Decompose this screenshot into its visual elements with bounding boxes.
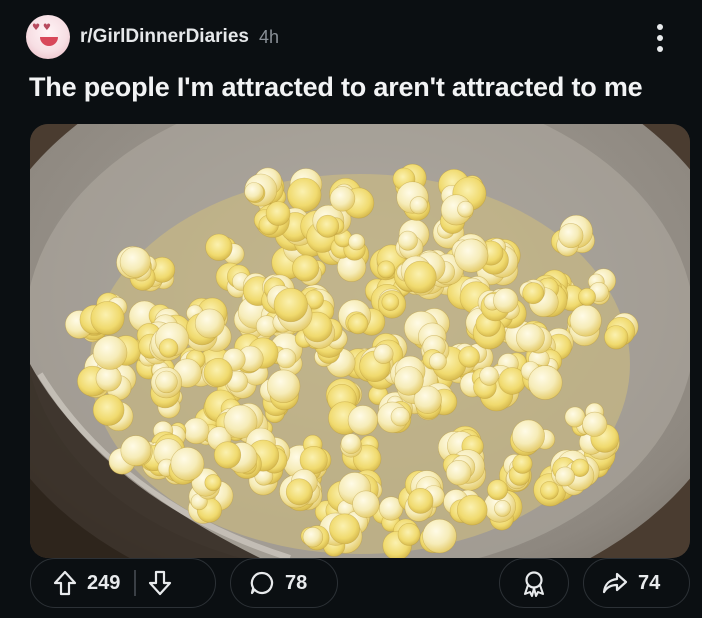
award-button[interactable] [499,558,569,608]
post-title[interactable]: The people I'm attracted to aren't attra… [29,72,643,103]
avatar-script-decoration: ♥ ♥ [32,23,51,33]
vote-control: 249 [30,558,216,608]
avatar-dish-decoration [40,37,58,46]
subreddit-name[interactable]: r/GirlDinnerDiaries [80,26,249,48]
post-header: ♥ ♥ r/GirlDinnerDiaries 4h [26,14,688,60]
vote-divider [134,570,136,596]
popcorn-kernel [376,400,412,434]
subreddit-avatar-icon[interactable]: ♥ ♥ [26,15,70,59]
comment-count: 78 [285,571,308,594]
share-arrow-icon [602,571,628,595]
arrow-down-icon[interactable] [148,570,172,596]
arrow-up-icon[interactable] [53,570,77,596]
reddit-post: ♥ ♥ r/GirlDinnerDiaries 4h The people I'… [0,0,702,618]
popcorn-bowl-illustration [30,124,690,558]
popcorn-kernel [150,366,183,399]
comment-bubble-icon [249,570,275,596]
share-button[interactable]: 74 [583,558,690,608]
dot [657,46,663,52]
dot [657,35,663,41]
more-vertical-icon[interactable] [648,20,672,56]
share-count: 74 [638,571,661,594]
post-action-bar: 249 78 74 [0,554,702,612]
popcorn-kernel [442,449,485,486]
award-icon [521,569,547,597]
vote-score: 249 [87,571,121,594]
popcorn-kernel [420,335,450,371]
post-image[interactable] [30,124,690,558]
post-age: 4h [258,26,279,47]
dot [657,24,663,30]
comments-button[interactable]: 78 [230,558,338,608]
